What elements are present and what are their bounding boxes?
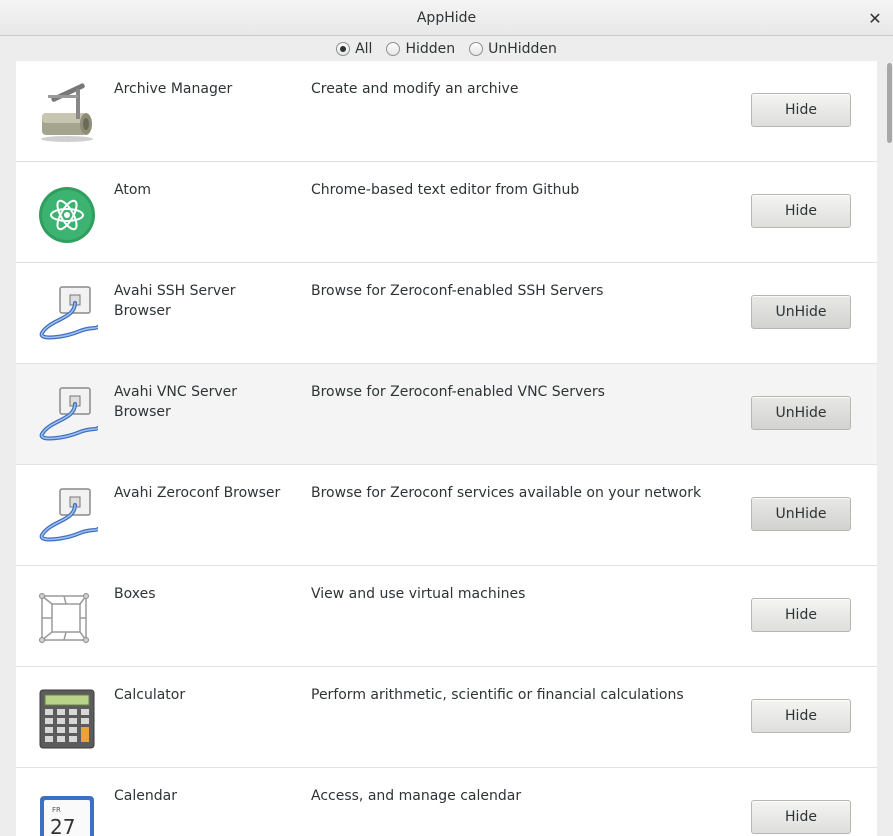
filter-unhidden-label: UnHidden	[488, 41, 557, 57]
app-description: View and use virtual machines	[311, 586, 526, 602]
app-description: Chrome-based text editor from Github	[311, 182, 580, 198]
radio-button-hidden[interactable]	[386, 42, 401, 56]
title-bar: AppHide ✕	[0, 0, 893, 36]
app-row-boxes[interactable]: Boxes View and use virtual machines Hide	[16, 566, 877, 667]
boxes-icon	[39, 593, 89, 643]
scrollbar-thumb[interactable]	[887, 63, 892, 143]
app-row-avahi-ssh-server-browser[interactable]: Avahi SSH Server Browser Browse for Zero…	[16, 263, 877, 364]
hide-button[interactable]: Hide	[751, 194, 851, 228]
hide-button[interactable]: Hide	[751, 699, 851, 733]
filter-all-label: All	[355, 41, 373, 57]
app-description: Perform arithmetic, scientific or financ…	[311, 687, 684, 703]
app-row-calendar[interactable]: FR 27 Calendar Access, and manage calend…	[16, 768, 877, 836]
app-row-atom[interactable]: Atom Chrome-based text editor from Githu…	[16, 162, 877, 263]
archive-manager-icon	[41, 83, 93, 142]
atom-icon	[39, 187, 95, 243]
calendar-icon-day: FR	[52, 806, 61, 814]
hide-button[interactable]: Hide	[751, 598, 851, 632]
calculator-icon	[39, 689, 95, 749]
network-cable-icon	[39, 387, 98, 441]
unhide-button[interactable]: UnHide	[751, 396, 851, 430]
close-icon[interactable]: ✕	[865, 8, 885, 28]
app-description: Browse for Zeroconf-enabled SSH Servers	[311, 283, 604, 299]
app-name: Avahi SSH Server Browser	[114, 283, 236, 319]
unhide-button[interactable]: UnHide	[751, 295, 851, 329]
radio-button-unhidden[interactable]	[469, 42, 484, 56]
app-name: Boxes	[114, 586, 156, 602]
radio-button-all[interactable]	[336, 42, 351, 56]
app-list[interactable]: Archive Manager Create and modify an arc…	[16, 61, 877, 836]
app-row-avahi-vnc-server-browser[interactable]: Avahi VNC Server Browser Browse for Zero…	[16, 364, 877, 465]
app-name: Archive Manager	[114, 81, 233, 97]
app-name: Avahi Zeroconf Browser	[114, 485, 281, 501]
app-description: Browse for Zeroconf-enabled VNC Servers	[311, 384, 605, 400]
app-row-calculator[interactable]: Calculator Perform arithmetic, scientifi…	[16, 667, 877, 768]
calendar-icon: FR 27	[40, 796, 94, 836]
app-name: Avahi VNC Server Browser	[114, 384, 238, 420]
hide-button[interactable]: Hide	[751, 800, 851, 834]
filter-radio-group: All Hidden UnHidden	[0, 37, 893, 61]
filter-all-option[interactable]: All	[336, 41, 372, 57]
filter-unhidden-option[interactable]: UnHidden	[469, 41, 557, 57]
calendar-icon-date: 27	[50, 815, 75, 836]
app-row-avahi-zeroconf-browser[interactable]: Avahi Zeroconf Browser Browse for Zeroco…	[16, 465, 877, 566]
app-description: Browse for Zeroconf services available o…	[311, 485, 702, 501]
app-row-archive-manager[interactable]: Archive Manager Create and modify an arc…	[16, 61, 877, 162]
hide-button[interactable]: Hide	[751, 93, 851, 127]
filter-hidden-label: Hidden	[405, 41, 456, 57]
app-description: Create and modify an archive	[311, 81, 519, 97]
app-name: Atom	[114, 182, 152, 198]
app-description: Access, and manage calendar	[311, 788, 522, 804]
app-name: Calendar	[114, 788, 177, 804]
network-cable-icon	[39, 488, 98, 542]
app-name: Calculator	[114, 687, 186, 703]
filter-hidden-option[interactable]: Hidden	[386, 41, 455, 57]
window-title: AppHide	[416, 9, 477, 26]
network-cable-icon	[39, 286, 98, 340]
vertical-scrollbar[interactable]	[886, 61, 893, 836]
unhide-button[interactable]: UnHide	[751, 497, 851, 531]
